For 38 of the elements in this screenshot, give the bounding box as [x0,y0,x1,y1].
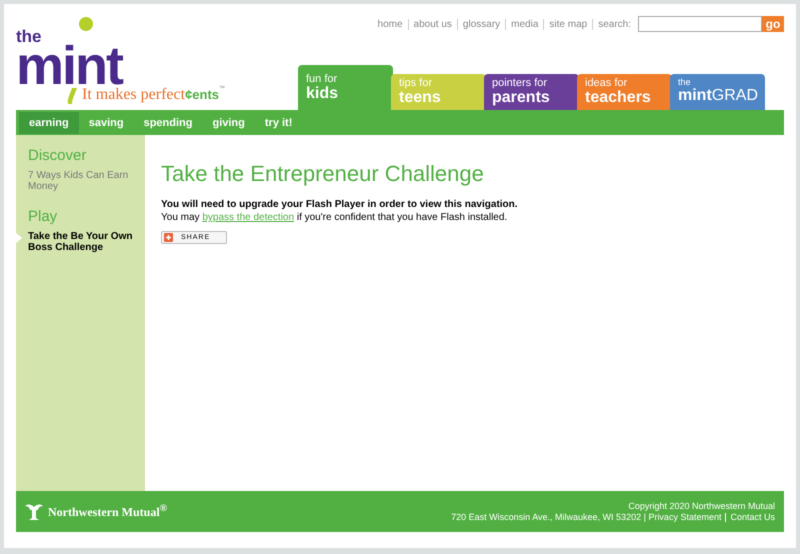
flash-notice: You will need to upgrade your Flash Player in order to view this navigation. [161,199,519,210]
nav-tab[interactable]: spending [134,112,202,134]
search-label: search: [592,18,636,30]
dot-icon [79,17,93,31]
column-capital-icon [24,502,44,520]
address-text: 720 East Wisconsin Ave., Milwaukee, WI 53202 | [451,512,646,522]
footer-link[interactable]: Contact Us [730,512,775,522]
bypass-link[interactable]: bypass the detection [202,212,294,223]
footer-link[interactable]: Privacy Statement [648,512,722,522]
copyright-text: Copyright 2020 Northwestern Mutual [627,500,775,511]
audience-tab[interactable]: the mintGRAD [670,74,765,110]
audience-tab[interactable]: ideas for teachers [577,74,672,110]
body-text: if you're confident that you have Flash installed. [296,212,508,223]
logo-tagline-brand: ¢ents [185,87,220,102]
audience-tab[interactable]: pointers for parents [484,74,579,110]
logo-tagline: It makes perfect [82,86,186,104]
footer-brand: Northwestern Mutual$^{®}$ [48,503,168,520]
body-text: You may [161,212,200,223]
audience-tab[interactable]: fun for kids [298,65,393,110]
go-button[interactable]: go [762,16,784,32]
sidebar-link[interactable]: Take the Be Your Own Boss Challenge [28,231,133,253]
nav-tab[interactable]: giving [202,112,255,134]
logo-text: the [16,28,42,45]
plus-icon [164,233,173,242]
swoosh-icon [66,88,78,104]
page-title: Take the Entrepreneur Challenge [161,161,485,187]
sidebar-heading: Discover [27,147,88,166]
top-link[interactable]: glossary [456,18,506,30]
top-link[interactable]: site map [543,18,592,30]
top-link[interactable]: media [505,18,544,30]
top-link[interactable]: home [372,18,408,30]
sidebar-heading: Play [27,208,58,227]
top-link[interactable]: about us [408,18,457,30]
nav-tab[interactable]: try it! [254,112,302,134]
nav-tab[interactable]: saving [78,112,134,134]
sidebar-link[interactable]: 7 Ways Kids Can Earn Money [28,170,133,192]
logo-wordmark: mint [16,45,122,87]
nav-tab[interactable]: earning [19,112,79,134]
